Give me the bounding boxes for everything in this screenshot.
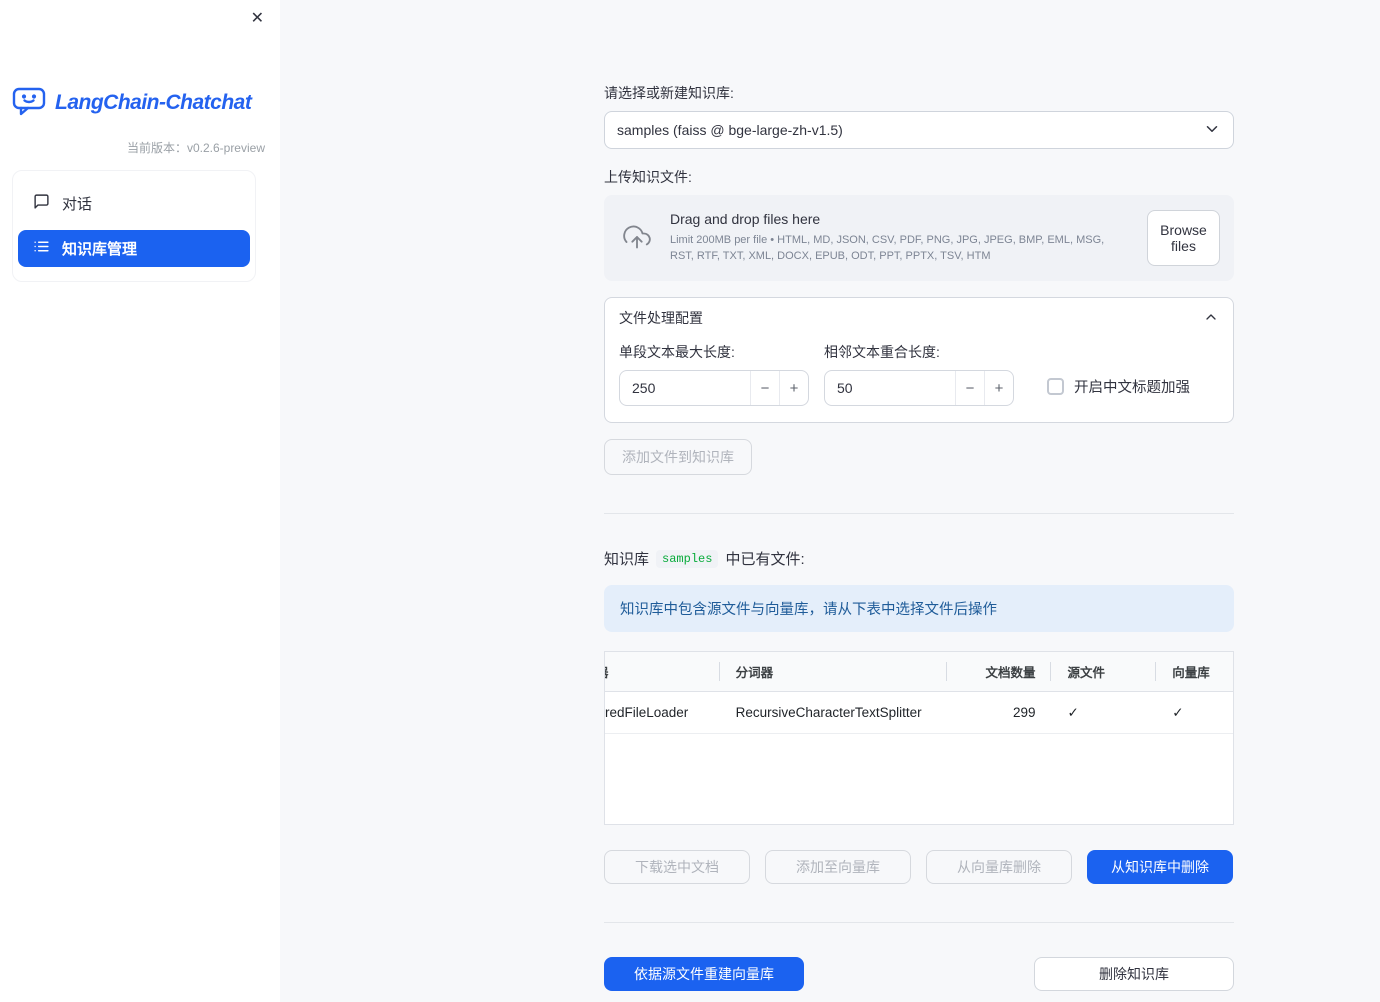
zh-title-enhance-checkbox[interactable] xyxy=(1047,378,1064,395)
app-title: LangChain-Chatchat xyxy=(55,90,252,114)
rebuild-vector-store-button[interactable]: 依据源文件重建向量库 xyxy=(604,957,804,991)
close-sidebar-button[interactable]: ✕ xyxy=(249,8,266,30)
upload-cloud-icon xyxy=(620,223,654,254)
table-row[interactable]: redFileLoader RecursiveCharacterTextSpli… xyxy=(605,692,1233,734)
kb-actions: 依据源文件重建向量库 删除知识库 xyxy=(604,957,1234,991)
sidebar-item-label: 知识库管理 xyxy=(62,241,138,258)
download-selected-button[interactable]: 下载选中文档 xyxy=(604,850,750,884)
delete-from-vector-store-button[interactable]: 从向量库删除 xyxy=(926,850,1072,884)
delete-kb-button[interactable]: 删除知识库 xyxy=(1034,957,1234,991)
file-config-expander: 文件处理配置 单段文本最大长度: 250 − + 相邻文本重合长度: 50 − … xyxy=(604,297,1234,423)
close-icon: ✕ xyxy=(250,10,264,27)
column-header-loader[interactable]: 器 xyxy=(605,652,720,691)
increment-button[interactable]: + xyxy=(984,371,1013,405)
info-banner: 知识库中包含源文件与向量库，请从下表中选择文件后操作 xyxy=(604,585,1234,632)
overlap-size-input[interactable]: 50 − + xyxy=(824,370,1014,406)
kb-select-label: 请选择或新建知识库: xyxy=(604,85,734,101)
sidebar-item-knowledge-base[interactable]: 知识库管理 xyxy=(18,230,250,267)
browse-files-button[interactable]: Browse files xyxy=(1147,210,1220,266)
cell-doc-count: 299 xyxy=(1012,705,1036,720)
delete-from-kb-button[interactable]: 从知识库中删除 xyxy=(1087,850,1233,884)
sidebar-item-dialogue[interactable]: 对话 xyxy=(18,185,250,222)
chunk-size-input[interactable]: 250 − + xyxy=(619,370,809,406)
cell-source-file-check: ✓ xyxy=(1067,704,1079,720)
chevron-up-icon xyxy=(1203,309,1219,328)
chat-bubble-icon xyxy=(33,193,50,214)
dropzone-hint: Limit 200MB per file • HTML, MD, JSON, C… xyxy=(670,234,1105,262)
file-dropzone[interactable]: Drag and drop files here Limit 200MB per… xyxy=(604,195,1234,281)
column-header-vector-store[interactable]: 向量库 xyxy=(1156,652,1233,691)
row-actions: 下载选中文档 添加至向量库 从向量库删除 从知识库中删除 xyxy=(604,850,1234,884)
zh-title-enhance-option: 开启中文标题加强 xyxy=(1047,376,1190,397)
zh-title-enhance-label: 开启中文标题加强 xyxy=(1074,380,1190,396)
column-header-splitter[interactable]: 分词器 xyxy=(720,652,947,691)
list-icon xyxy=(33,238,50,259)
cell-loader: redFileLoader xyxy=(605,705,689,720)
overlap-size-value[interactable]: 50 xyxy=(825,371,955,405)
kb-select[interactable]: samples (faiss @ bge-large-zh-v1.5) xyxy=(604,111,1234,149)
decrement-button[interactable]: − xyxy=(955,371,984,405)
dropzone-title: Drag and drop files here xyxy=(670,211,821,228)
column-header-source-file[interactable]: 源文件 xyxy=(1051,652,1156,691)
info-banner-text: 知识库中包含源文件与向量库，请从下表中选择文件后操作 xyxy=(620,602,997,618)
existing-files-prefix: 知识库 xyxy=(604,551,650,568)
overlap-size-label: 相邻文本重合长度: xyxy=(824,344,940,360)
dropzone-texts: Drag and drop files here Limit 200MB per… xyxy=(670,211,1131,265)
increment-button[interactable]: + xyxy=(779,371,808,405)
add-to-vector-store-button[interactable]: 添加至向量库 xyxy=(765,850,911,884)
expander-title: 文件处理配置 xyxy=(619,310,703,326)
chat-logo-icon xyxy=(11,86,47,119)
decrement-button[interactable]: − xyxy=(750,371,779,405)
column-header-doc-count[interactable]: 文档数量 xyxy=(947,652,1052,691)
divider xyxy=(604,922,1234,923)
existing-files-line: 知识库 samples 中已有文件: xyxy=(604,548,1234,569)
files-table-header: 器 分词器 文档数量 源文件 向量库 xyxy=(605,652,1233,692)
expander-body: 单段文本最大长度: 250 − + 相邻文本重合长度: 50 − + 开启中文标… xyxy=(605,338,1233,422)
sidebar: ✕ LangChain-Chatchat 当前版本：v0.2.6-preview… xyxy=(0,0,280,1002)
app-logo: LangChain-Chatchat xyxy=(11,86,252,119)
cell-vector-store-check: ✓ xyxy=(1172,704,1184,720)
chunk-size-field: 单段文本最大长度: 250 − + xyxy=(619,342,809,406)
version-label: 当前版本：v0.2.6-preview xyxy=(126,141,265,155)
files-table: 器 分词器 文档数量 源文件 向量库 redFileLoader Recursi… xyxy=(604,651,1234,825)
expander-header[interactable]: 文件处理配置 xyxy=(605,298,1233,338)
sidebar-menu: 对话 知识库管理 xyxy=(12,170,256,282)
chunk-size-label: 单段文本最大长度: xyxy=(619,344,735,360)
chunk-size-value[interactable]: 250 xyxy=(620,371,750,405)
kb-name-code: samples xyxy=(656,549,719,568)
existing-files-suffix: 中已有文件: xyxy=(725,551,805,568)
add-files-to-kb-button[interactable]: 添加文件到知识库 xyxy=(604,439,752,475)
kb-select-value: samples (faiss @ bge-large-zh-v1.5) xyxy=(617,122,843,138)
overlap-size-field: 相邻文本重合长度: 50 − + xyxy=(824,342,1014,406)
cell-splitter: RecursiveCharacterTextSplitter xyxy=(735,705,922,720)
main-content: 请选择或新建知识库: samples (faiss @ bge-large-zh… xyxy=(604,0,1234,991)
upload-label: 上传知识文件: xyxy=(604,169,692,185)
sidebar-item-label: 对话 xyxy=(62,196,93,213)
divider xyxy=(604,513,1234,514)
chevron-down-icon xyxy=(1203,120,1221,141)
